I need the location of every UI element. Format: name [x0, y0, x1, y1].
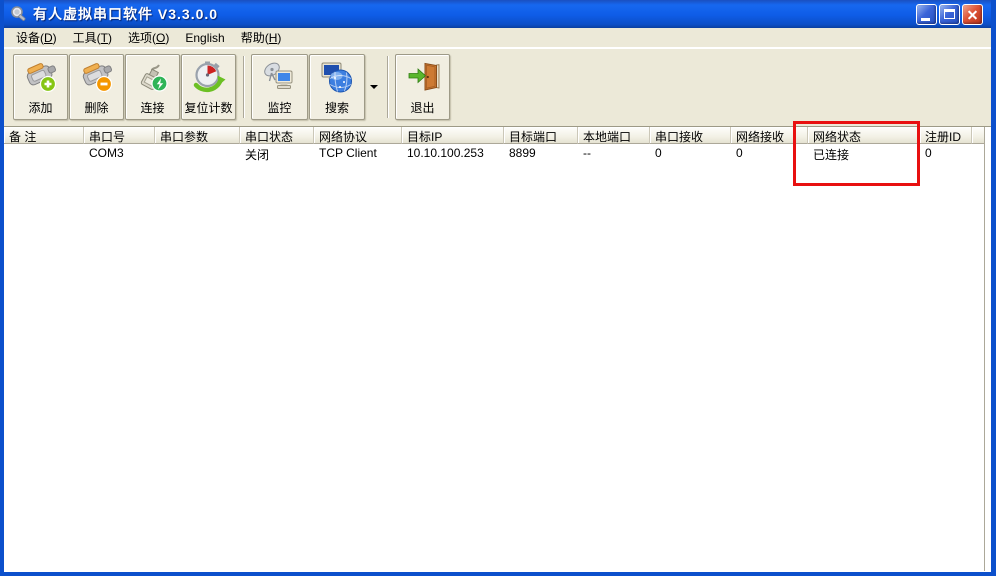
- column-header-remark[interactable]: 备 注: [4, 127, 84, 144]
- app-window: 有人虚拟串口软件 V3.3.0.0 设备(D) 工具(T) 选项(O) Engl…: [0, 0, 996, 576]
- add-button[interactable]: 添加: [13, 54, 68, 120]
- cell-local-port: --: [583, 146, 591, 160]
- delete-button-label: 删除: [84, 101, 109, 115]
- connect-button[interactable]: 连接: [125, 54, 180, 120]
- column-header-net-rx[interactable]: 网络接收: [731, 127, 808, 144]
- cell-remark: [4, 146, 84, 163]
- toolbar-separator: [387, 56, 389, 118]
- listview-body: 备 注 串口号 串口参数 串口状态 网络协议 目标IP 目标端口 本地端口 串口…: [4, 127, 985, 571]
- monitor-icon: [263, 55, 297, 99]
- column-header-net-status[interactable]: 网络状态: [808, 127, 920, 144]
- column-header-net-protocol[interactable]: 网络协议: [314, 127, 402, 144]
- column-header-target-port[interactable]: 目标端口: [504, 127, 578, 144]
- cell-net-protocol: TCP Client: [319, 146, 377, 160]
- cell-net-status: 已连接: [813, 148, 850, 162]
- column-header-com-port[interactable]: 串口号: [84, 127, 155, 144]
- menu-tools[interactable]: 工具(T): [65, 27, 120, 48]
- delete-button[interactable]: 删除: [69, 54, 124, 120]
- column-header-register-id[interactable]: 注册ID: [920, 127, 972, 144]
- cell-target-port: 8899: [509, 146, 536, 160]
- listview-header: 备 注 串口号 串口参数 串口状态 网络协议 目标IP 目标端口 本地端口 串口…: [4, 127, 984, 144]
- column-header-filler: [972, 127, 984, 144]
- reset-counter-icon: [192, 55, 226, 99]
- exit-button-label: 退出: [410, 101, 435, 115]
- menu-help[interactable]: 帮助(H): [233, 27, 290, 48]
- menu-english[interactable]: English: [177, 29, 232, 47]
- column-header-port-params[interactable]: 串口参数: [155, 127, 240, 144]
- exit-button[interactable]: 退出: [395, 54, 450, 120]
- reset-counter-button-label: 复位计数: [184, 101, 233, 115]
- search-icon: [320, 55, 354, 99]
- connect-button-label: 连接: [140, 101, 165, 115]
- menu-options[interactable]: 选项(O): [120, 27, 177, 48]
- app-magnifier-icon: [11, 6, 26, 21]
- column-header-port-status[interactable]: 串口状态: [240, 127, 314, 144]
- cell-net-rx: 0: [736, 146, 743, 160]
- search-button[interactable]: 搜索: [309, 54, 365, 120]
- window-title: 有人虚拟串口软件 V3.3.0.0: [33, 6, 219, 22]
- exit-icon: [406, 55, 440, 99]
- table-row[interactable]: COM3 关闭 TCP Client 10.10.100.253 8899 --…: [4, 146, 984, 163]
- column-header-local-port[interactable]: 本地端口: [578, 127, 650, 144]
- minimize-icon: [921, 18, 930, 21]
- close-button[interactable]: [962, 4, 983, 25]
- cell-com-port: COM3: [89, 146, 124, 160]
- menubar: 设备(D) 工具(T) 选项(O) English 帮助(H): [4, 28, 991, 48]
- monitor-button[interactable]: 监控: [251, 54, 308, 120]
- minimize-button[interactable]: [916, 4, 937, 25]
- serial-port-remove-icon: [80, 55, 114, 99]
- cell-port-params: [155, 146, 240, 163]
- reset-counter-button[interactable]: 复位计数: [181, 54, 236, 120]
- titlebar: 有人虚拟串口软件 V3.3.0.0: [4, 0, 991, 28]
- menu-device[interactable]: 设备(D): [8, 27, 65, 48]
- toolbar-separator: [243, 56, 245, 118]
- search-dropdown-arrow[interactable]: [366, 54, 381, 120]
- add-button-label: 添加: [28, 101, 53, 115]
- connect-icon: [136, 55, 170, 99]
- cell-port-status: 关闭: [245, 148, 270, 162]
- monitor-button-label: 监控: [267, 101, 292, 115]
- maximize-icon: [944, 9, 955, 19]
- cell-register-id: 0: [925, 146, 932, 160]
- cell-serial-rx: 0: [655, 146, 662, 160]
- column-header-target-ip[interactable]: 目标IP: [402, 127, 504, 144]
- device-listview: 备 注 串口号 串口参数 串口状态 网络协议 目标IP 目标端口 本地端口 串口…: [4, 127, 991, 571]
- column-header-serial-rx[interactable]: 串口接收: [650, 127, 731, 144]
- search-button-label: 搜索: [324, 101, 349, 115]
- toolbar: 添加 删除 连接 复位计数 监控 搜索 退出: [4, 48, 991, 127]
- cell-target-ip: 10.10.100.253: [407, 146, 484, 160]
- maximize-button[interactable]: [939, 4, 960, 25]
- serial-port-add-icon: [24, 55, 58, 99]
